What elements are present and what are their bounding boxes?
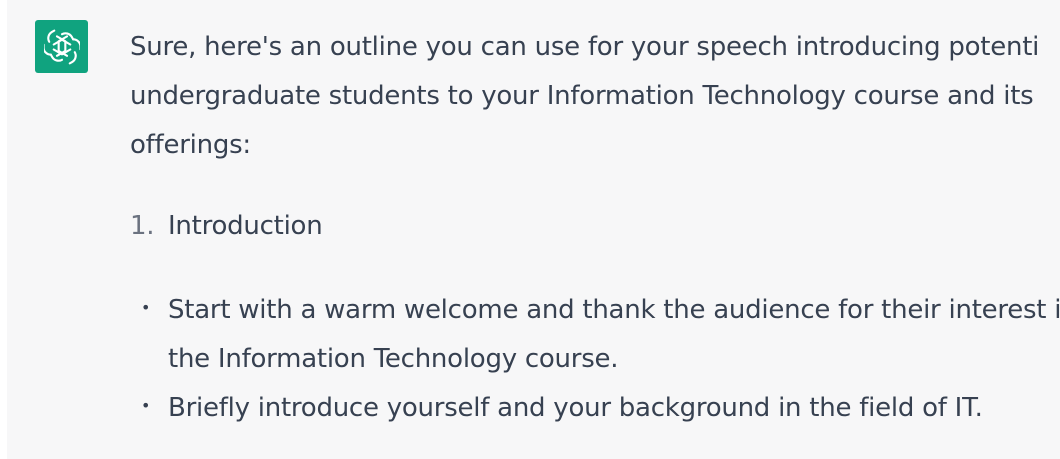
left-divider-strip xyxy=(0,0,7,459)
intro-line: offerings: xyxy=(130,130,251,160)
bullet-line: the Information Technology course. xyxy=(168,344,619,374)
bullet-warm-welcome: • Start with a warm welcome and thank th… xyxy=(130,286,1060,384)
outline-number: 1. xyxy=(130,211,155,241)
outline-item-introduction: 1. Introduction xyxy=(130,202,1040,251)
intro-paragraph: Sure, here's an outline you can use for … xyxy=(130,23,1040,170)
openai-logo-icon xyxy=(43,29,80,64)
bullet-text: Briefly introduce yourself and your back… xyxy=(168,384,1040,433)
bullet-line: Start with a warm welcome and thank the … xyxy=(168,295,1060,325)
assistant-message-screen: Sure, here's an outline you can use for … xyxy=(0,0,1060,459)
outline-title: Introduction xyxy=(168,211,323,241)
intro-line: Sure, here's an outline you can use for … xyxy=(130,32,1040,62)
assistant-avatar xyxy=(35,20,88,73)
bullet-line: Briefly introduce yourself and your back… xyxy=(168,393,983,423)
bullet-text: Start with a warm welcome and thank the … xyxy=(168,286,1060,384)
bullet-icon: • xyxy=(141,298,151,317)
bullet-background-intro: • Briefly introduce yourself and your ba… xyxy=(130,384,1040,433)
intro-line: undergraduate students to your Informati… xyxy=(130,81,1034,111)
bullet-icon: • xyxy=(141,396,151,415)
assistant-message-content: Sure, here's an outline you can use for … xyxy=(130,23,1060,433)
introduction-bullet-list: • Start with a warm welcome and thank th… xyxy=(130,286,1060,433)
ordered-outline-list: 1. Introduction xyxy=(130,202,1040,251)
